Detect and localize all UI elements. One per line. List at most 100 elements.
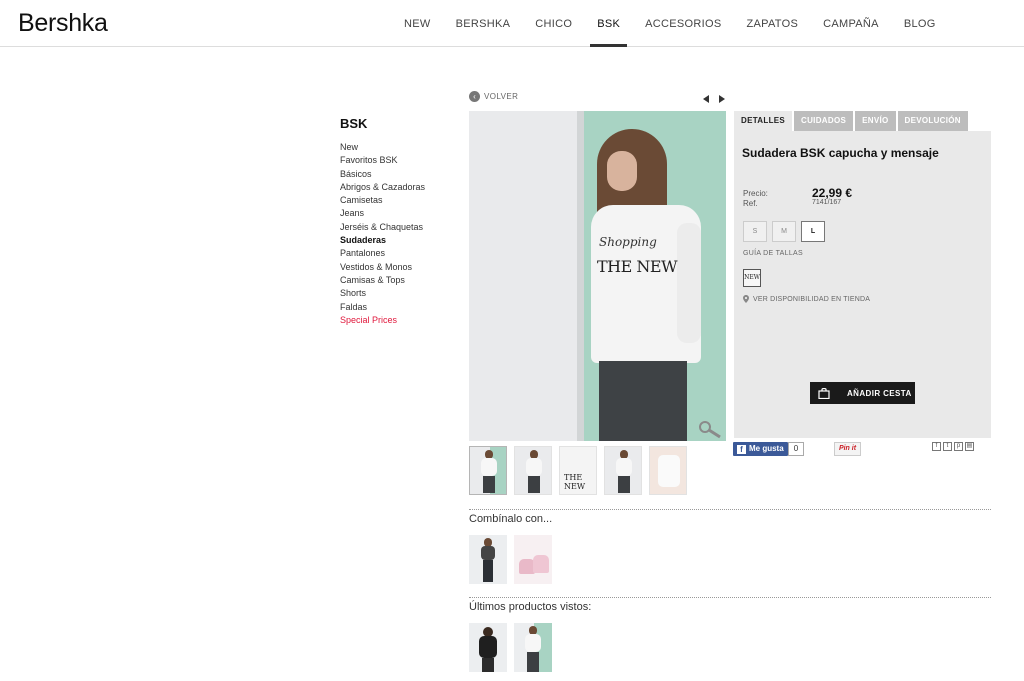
thumb-figure <box>483 560 493 582</box>
thumb-figure <box>528 476 540 493</box>
size-option-m[interactable]: M <box>772 221 796 242</box>
previous-product-icon[interactable] <box>703 95 709 103</box>
model-face <box>607 151 637 191</box>
pinterest-button[interactable]: Pin it <box>834 442 861 456</box>
combine-product-thumbnail[interactable] <box>469 535 507 584</box>
facebook-like-label: Me gusta <box>749 444 784 453</box>
back-link[interactable]: ‹ VOLVER <box>469 91 518 102</box>
nav-campana[interactable]: CAMPAÑA <box>823 0 879 47</box>
category-title: BSK <box>340 116 368 131</box>
swatch-print: NEW <box>744 274 760 281</box>
product-main-image[interactable]: Shopping THE NEW <box>469 111 726 441</box>
store-availability-link[interactable]: VER DISPONIBILIDAD EN TIENDA <box>743 295 870 303</box>
product-title: Sudadera BSK capucha y mensaje <box>742 146 939 160</box>
size-option-s[interactable]: S <box>743 221 767 242</box>
tab-envio[interactable]: ENVÍO <box>855 111 896 131</box>
product-tabs: DETALLES CUIDADOS ENVÍO DEVOLUCIÓN <box>734 111 970 131</box>
category-item[interactable]: Básicos <box>340 168 425 181</box>
sweater-print-main: THE NEW <box>597 257 678 276</box>
size-selector: S M L <box>743 221 830 242</box>
facebook-share-icon[interactable]: f <box>932 442 941 451</box>
thumb-figure <box>481 546 495 560</box>
zoom-icon[interactable] <box>698 420 722 440</box>
recent-product-thumbnail[interactable] <box>514 623 552 672</box>
thumb-figure <box>618 476 630 493</box>
category-item[interactable]: Abrigos & Cazadoras <box>340 181 425 194</box>
category-item[interactable]: Pantalones <box>340 247 425 260</box>
combine-section-title: Combínalo con... <box>469 513 553 525</box>
thumb-print-detail: THE NEW <box>564 473 586 491</box>
twitter-share-icon[interactable]: t <box>943 442 952 451</box>
add-to-cart-label: AÑADIR CESTA <box>847 388 912 398</box>
category-item[interactable]: Camisas & Tops <box>340 274 425 287</box>
product-thumbnail[interactable] <box>469 446 507 495</box>
recent-section-title: Últimos productos vistos: <box>469 601 592 613</box>
product-price: 22,99 € <box>812 186 853 200</box>
thumb-figure <box>482 658 494 672</box>
category-item[interactable]: Vestidos & Monos <box>340 261 425 274</box>
model-pants <box>599 361 687 441</box>
category-list: New Favoritos BSK Básicos Abrigos & Caza… <box>340 141 425 327</box>
product-thumbnail[interactable]: THE NEW <box>559 446 597 495</box>
nav-chico[interactable]: CHICO <box>535 0 572 47</box>
facebook-like-count: 0 <box>788 442 804 456</box>
thumb-flat-sweater <box>658 455 680 487</box>
thumb-figure <box>481 458 497 476</box>
back-arrow-icon: ‹ <box>469 91 480 102</box>
nav-accesorios[interactable]: ACCESORIOS <box>645 0 721 47</box>
recent-product-thumbnail[interactable] <box>469 623 507 672</box>
nav-new[interactable]: NEW <box>404 0 431 47</box>
product-thumbnail[interactable] <box>604 446 642 495</box>
tab-devolucion[interactable]: DEVOLUCIÓN <box>897 111 968 131</box>
facebook-like-button[interactable]: f Me gusta <box>733 442 788 456</box>
nav-zapatos[interactable]: ZAPATOS <box>747 0 799 47</box>
site-header: Bershka NEW BERSHKA CHICO BSK ACCESORIOS… <box>0 0 1024 47</box>
thumb-figure <box>483 476 495 493</box>
pinterest-share-icon[interactable]: p <box>954 442 963 451</box>
availability-label: VER DISPONIBILIDAD EN TIENDA <box>753 295 871 303</box>
section-divider <box>469 509 991 510</box>
print-icon[interactable]: ▤ <box>965 442 974 451</box>
product-ref: 7141/167 <box>812 199 842 206</box>
category-item[interactable]: New <box>340 141 425 154</box>
product-thumbnail[interactable] <box>514 446 552 495</box>
brand-logo[interactable]: Bershka <box>18 9 108 38</box>
category-item[interactable]: Jeans <box>340 207 425 220</box>
price-label: Precio: <box>743 189 768 198</box>
thumb-figure <box>525 634 541 652</box>
category-item[interactable]: Camisetas <box>340 194 425 207</box>
add-to-cart-button[interactable]: AÑADIR CESTA <box>810 382 915 404</box>
model-sleeve <box>677 223 701 343</box>
product-details-panel: Sudadera BSK capucha y mensaje Precio: 2… <box>734 131 991 438</box>
share-icons: f t p ▤ <box>932 442 976 451</box>
tab-detalles[interactable]: DETALLES <box>734 111 793 131</box>
thumb-shoe <box>533 555 549 573</box>
section-divider <box>469 597 991 598</box>
size-guide-link[interactable]: GUÍA DE TALLAS <box>743 250 803 257</box>
thumb-figure <box>479 636 497 658</box>
next-product-icon[interactable] <box>719 95 725 103</box>
category-item[interactable]: Faldas <box>340 301 425 314</box>
facebook-icon: f <box>737 444 746 454</box>
category-item[interactable]: Shorts <box>340 287 425 300</box>
category-item[interactable]: Favoritos BSK <box>340 154 425 167</box>
sweater-print-script: Shopping <box>599 235 657 249</box>
nav-bershka[interactable]: BERSHKA <box>456 0 511 47</box>
color-swatch[interactable]: NEW <box>743 269 761 287</box>
main-nav: NEW BERSHKA CHICO BSK ACCESORIOS ZAPATOS… <box>404 0 961 47</box>
nav-blog[interactable]: BLOG <box>904 0 936 47</box>
combine-product-thumbnail[interactable] <box>514 535 552 584</box>
back-label: VOLVER <box>484 92 519 101</box>
nav-bsk[interactable]: BSK <box>590 0 628 47</box>
ref-label: Ref. <box>743 199 758 208</box>
thumb-figure <box>527 652 539 672</box>
location-pin-icon <box>743 295 749 303</box>
product-thumbnail[interactable] <box>649 446 687 495</box>
tab-cuidados[interactable]: CUIDADOS <box>794 111 854 131</box>
thumb-figure <box>616 458 632 476</box>
thumb-figure <box>526 458 542 476</box>
size-option-l[interactable]: L <box>801 221 825 242</box>
category-item-special[interactable]: Special Prices <box>340 314 425 327</box>
category-item-active[interactable]: Sudaderas <box>340 234 425 247</box>
category-item[interactable]: Jerséis & Chaquetas <box>340 221 425 234</box>
